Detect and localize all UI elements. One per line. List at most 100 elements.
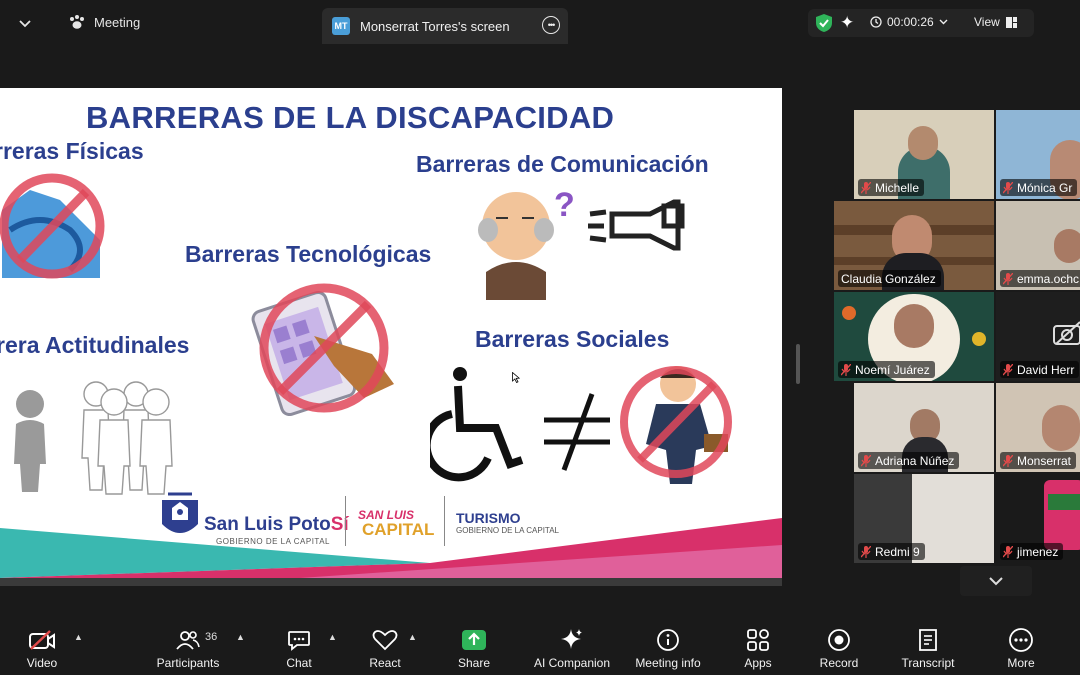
panel-resize-handle[interactable] — [796, 344, 800, 384]
apps-icon — [747, 629, 769, 651]
meeting-info-button[interactable]: Meeting info — [630, 626, 706, 670]
slide-bottom-edge — [0, 578, 782, 586]
video-label: Video — [26, 656, 58, 670]
chat-label: Chat — [286, 656, 312, 670]
gallery-next-page-button[interactable] — [960, 566, 1032, 596]
participant-tile-active-speaker[interactable]: Claudia González — [834, 201, 994, 290]
ai-companion-button[interactable]: AI Companion — [530, 626, 614, 670]
share-screen-icon — [462, 630, 486, 650]
apps-button[interactable]: Apps — [742, 626, 774, 670]
transcript-button[interactable]: Transcript — [898, 626, 958, 670]
heading-barreras-sociales: Barreras Sociales — [475, 326, 670, 352]
participant-tile[interactable]: Mónica Gr — [996, 110, 1080, 199]
participant-name-tag: Monserrat — [1000, 452, 1077, 469]
participant-name: Noemí Juárez — [855, 362, 930, 377]
mic-muted-icon — [861, 454, 871, 467]
heading-barreras-fisicas: rreras Físicas — [0, 138, 144, 164]
presentation-slide: BARRERAS DE LA DISCAPACIDAD rreras Físic… — [0, 88, 782, 578]
participant-tile[interactable]: Michelle — [854, 110, 994, 199]
participant-name-tag: Mónica Gr — [1000, 179, 1078, 196]
participant-name-tag: Adriana Núñez — [858, 452, 960, 469]
participant-name-tag: David Herr — [1000, 361, 1080, 378]
participant-name: Claudia González — [841, 271, 936, 286]
mic-muted-icon — [1003, 454, 1013, 467]
meeting-label: Meeting — [94, 14, 141, 30]
more-label: More — [1007, 656, 1035, 670]
paw-icon — [70, 15, 84, 29]
svg-text:?: ? — [554, 186, 575, 224]
security-shield-icon[interactable] — [814, 13, 834, 33]
slide-title: BARRERAS DE LA DISCAPACIDAD — [86, 100, 615, 135]
mic-muted-icon — [861, 545, 871, 558]
timer-value: 00:00:26 — [887, 15, 934, 29]
participant-tile[interactable]: Redmi 9 — [854, 474, 994, 563]
participant-tile[interactable]: emma.ochc — [996, 201, 1080, 290]
zoom-meeting-window: Meeting MT Monserrat Torres's screen •••… — [0, 0, 1080, 675]
ai-companion-sparkle-icon — [561, 629, 582, 649]
record-label: Record — [819, 656, 859, 670]
mic-muted-icon — [1003, 181, 1013, 194]
cursor-icon — [512, 372, 520, 383]
participant-tile[interactable]: David Herr — [996, 292, 1080, 381]
participant-tile[interactable]: Noemí Juárez — [834, 292, 994, 381]
heading-barreras-tecnologicas: Barreras Tecnológicas — [185, 241, 432, 267]
video-button[interactable]: Video — [22, 626, 62, 670]
meeting-info-label: Meeting info — [635, 656, 701, 670]
react-options-caret-icon[interactable]: ▲ — [408, 632, 417, 642]
participant-tile[interactable]: Adriana Núñez — [854, 383, 994, 472]
logo-san-luis-potosi-text: San Luis Poto — [204, 514, 331, 535]
logo-separator — [345, 496, 346, 546]
meeting-controls-toolbar: Video ▲ Participants 36 ▲ Chat ▲ React ▲… — [0, 618, 1080, 675]
chat-options-caret-icon[interactable]: ▲ — [328, 632, 337, 642]
apps-label: Apps — [744, 656, 772, 670]
participant-tile[interactable]: jimenez — [996, 474, 1080, 563]
participant-name: jimenez — [1017, 544, 1059, 559]
heart-icon — [372, 630, 398, 651]
grid-view-icon — [1005, 16, 1017, 28]
shared-screen-label: Monserrat Torres's screen — [360, 18, 510, 34]
communication-barrier-illustration: ? — [478, 186, 685, 300]
more-icon — [1009, 628, 1033, 652]
transcript-icon — [919, 629, 937, 651]
ai-sparkle-icon[interactable]: ✦ — [840, 13, 854, 33]
top-bar: Meeting MT Monserrat Torres's screen •••… — [0, 0, 1080, 48]
participant-name: Adriana Núñez — [875, 453, 955, 468]
more-button[interactable]: More — [1004, 626, 1038, 670]
attitudinal-barrier-illustration — [14, 381, 173, 495]
participant-tile[interactable]: Monserrat — [996, 383, 1080, 472]
participants-label: Participants — [156, 656, 220, 670]
camera-off-icon — [1053, 321, 1080, 345]
video-off-icon — [29, 630, 55, 650]
presenter-initials-badge: MT — [332, 17, 350, 35]
chevron-down-icon — [989, 576, 1003, 585]
record-button[interactable]: Record — [818, 626, 860, 670]
participants-options-caret-icon[interactable]: ▲ — [236, 632, 245, 642]
participant-name: Monserrat — [1017, 453, 1072, 468]
logo-san-luis-potosi: San Luis PotoSí — [204, 514, 349, 536]
more-options-icon[interactable]: ••• — [542, 16, 560, 34]
participant-name-tag: Claudia González — [838, 270, 941, 287]
meeting-menu[interactable]: Meeting — [68, 14, 140, 30]
heading-barreras-actitudinales: rera Actitudinales — [0, 332, 190, 358]
react-label: React — [369, 656, 401, 670]
transcript-label: Transcript — [901, 656, 955, 670]
view-button[interactable]: View — [974, 15, 1017, 29]
participant-name: emma.ochc — [1017, 271, 1080, 286]
meeting-status-group: ✦ 00:00:26 View — [808, 9, 1034, 37]
participant-name: Mónica Gr — [1017, 180, 1073, 195]
share-button[interactable]: Share — [456, 626, 492, 670]
shared-screen-tab[interactable]: MT Monserrat Torres's screen ••• — [322, 8, 568, 44]
info-icon — [657, 629, 679, 651]
collapse-chevron-icon[interactable] — [14, 14, 36, 34]
participants-icon — [176, 631, 200, 650]
video-options-caret-icon[interactable]: ▲ — [74, 632, 83, 642]
mic-muted-icon — [1003, 545, 1013, 558]
logo-gobierno-capital: GOBIERNO DE LA CAPITAL — [216, 537, 330, 546]
react-button[interactable]: React — [368, 626, 402, 670]
participant-name: Redmi 9 — [875, 544, 920, 559]
logo-separator — [444, 496, 445, 546]
meeting-timer[interactable]: 00:00:26 — [870, 15, 948, 29]
chat-button[interactable]: Chat — [284, 626, 314, 670]
share-label: Share — [457, 656, 491, 670]
logo-turismo-sub: GOBIERNO DE LA CAPITAL — [456, 526, 559, 535]
